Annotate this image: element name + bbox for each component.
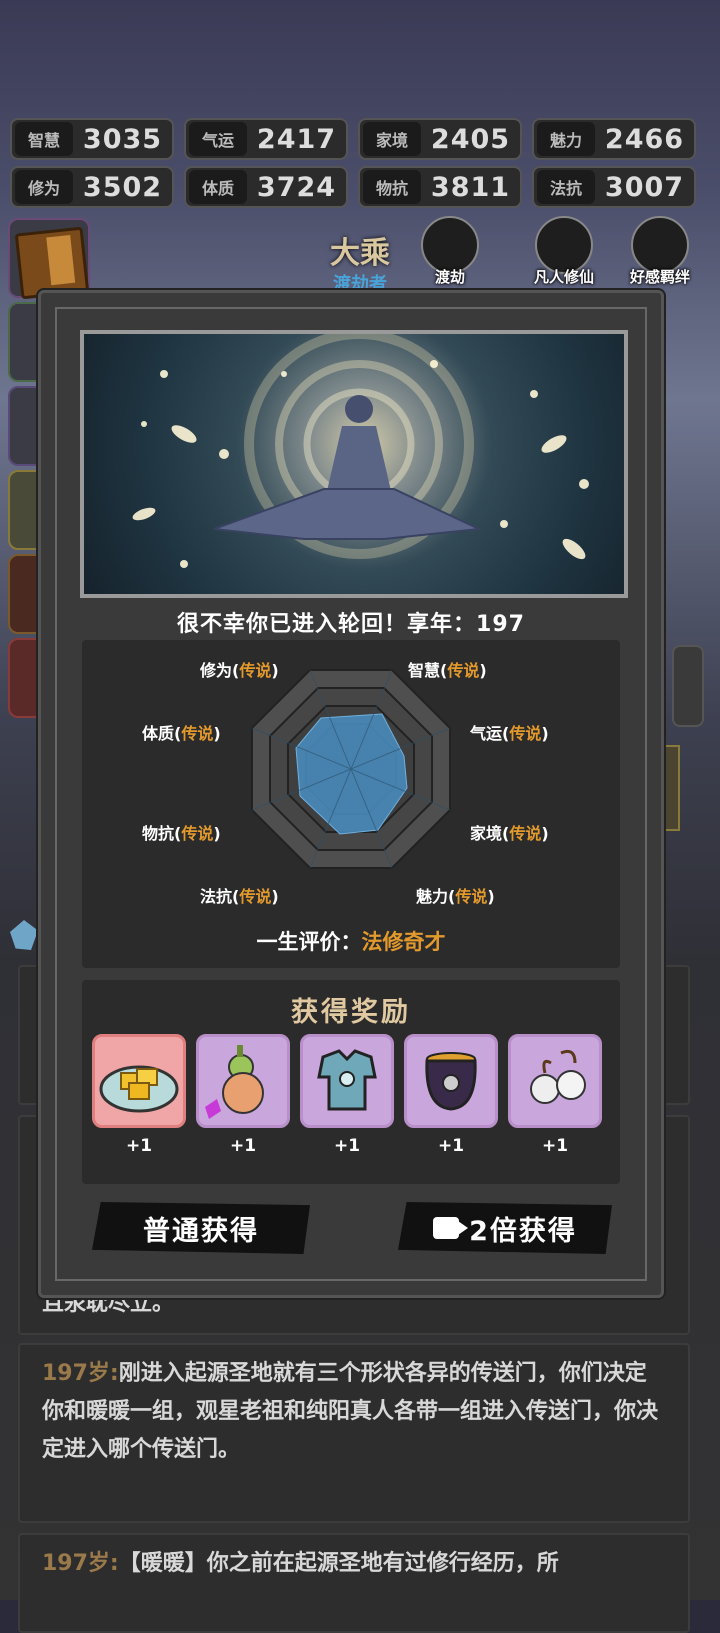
radar-label: 修为(传说) <box>200 661 279 680</box>
double-claim-label: 2倍获得 <box>469 1215 577 1247</box>
log-body: 【暖暖】你之前在起源圣地有过修行经历，所 <box>118 1551 559 1576</box>
reward-count: +1 <box>541 1136 569 1156</box>
log-text: 197岁:刚进入起源圣地就有三个形状各异的传送门，你们决定你和暖暖一组，观星老祖… <box>20 1345 688 1479</box>
radar-label-name: 修为 <box>200 661 233 680</box>
stat-box: 气运 2417 <box>184 118 348 160</box>
cauldron-icon <box>425 1052 477 1111</box>
gold-ingot-icon <box>99 1065 179 1113</box>
radar-label-quality: 传说 <box>181 824 214 843</box>
radar-label: 智慧(传说) <box>408 661 487 680</box>
reward-item-earrings[interactable] <box>508 1034 602 1128</box>
stat-value: 2405 <box>430 123 511 155</box>
radar-label-name: 智慧 <box>408 661 441 680</box>
radar-label-name: 法抗 <box>200 887 233 906</box>
tribulation-label: 渡劫 <box>434 268 465 286</box>
normal-claim-button[interactable]: 普通获得 <box>92 1202 310 1254</box>
radar-label-quality: 传说 <box>239 661 272 680</box>
evaluation-value: 法修奇才 <box>361 930 446 954</box>
double-claim-button[interactable]: 2倍获得 <box>398 1202 612 1254</box>
radar-label-name: 家境 <box>470 824 503 843</box>
radar-label: 家境(传说) <box>470 824 549 843</box>
stat-name: 魅力 <box>537 122 595 156</box>
stat-value: 3035 <box>82 123 163 155</box>
reward-item-gourd[interactable] <box>196 1034 290 1128</box>
radar-label: 魅力(传说) <box>416 887 495 906</box>
meditation-illustration <box>80 330 628 598</box>
stat-name: 体质 <box>189 170 247 204</box>
stat-name: 家境 <box>363 122 421 156</box>
gourd-icon <box>205 1045 264 1119</box>
stat-name: 物抗 <box>363 170 421 204</box>
reward-count: +1 <box>333 1136 361 1156</box>
radar-label-quality: 传说 <box>509 724 542 743</box>
stat-value: 3811 <box>430 171 511 203</box>
stat-box: 体质 3724 <box>184 166 348 208</box>
radar-label-name: 物抗 <box>142 824 175 843</box>
log-age: 197岁: <box>42 1361 119 1386</box>
reward-count: +1 <box>125 1136 153 1156</box>
stat-box: 修为 3502 <box>10 166 174 208</box>
reward-count: +1 <box>229 1136 257 1156</box>
armor-icon <box>317 1049 377 1111</box>
radar-label-quality: 传说 <box>181 724 214 743</box>
radar-label-name: 魅力 <box>416 887 449 906</box>
mortal-cultivation-label: 凡人修仙 <box>533 268 594 286</box>
reward-item-armor[interactable] <box>300 1034 394 1128</box>
stat-box: 魅力 2466 <box>532 118 696 160</box>
radar-label-name: 体质 <box>142 724 175 743</box>
radar-label: 气运(传说) <box>470 724 549 743</box>
radar-label-quality: 传说 <box>239 887 272 906</box>
stat-name: 气运 <box>189 122 247 156</box>
stat-value: 3502 <box>82 171 163 203</box>
stat-name: 智慧 <box>15 122 73 156</box>
mortal-cultivation-button[interactable]: 凡人修仙 <box>528 216 600 290</box>
log-text: 197岁:【暖暖】你之前在起源圣地有过修行经历，所 <box>20 1535 688 1593</box>
reward-item-gold[interactable] <box>92 1034 186 1128</box>
reward-item-cauldron[interactable] <box>404 1034 498 1128</box>
side-menu-button[interactable] <box>664 745 680 831</box>
stat-box: 家境 2405 <box>358 118 522 160</box>
realm-name: 大乘 <box>330 236 390 271</box>
death-message: 很不幸你已进入轮回！享年：197 <box>177 612 525 637</box>
video-icon <box>433 1217 469 1239</box>
log-entry: 197岁:刚进入起源圣地就有三个形状各异的传送门，你们决定你和暖暖一组，观星老祖… <box>18 1343 690 1523</box>
realm-header: 大乘 渡劫者 <box>290 228 430 296</box>
normal-claim-label: 普通获得 <box>143 1215 259 1247</box>
reward-title: 获得奖励 <box>291 997 411 1028</box>
stat-value: 2417 <box>256 123 337 155</box>
stat-value: 3007 <box>604 171 685 203</box>
stat-box: 物抗 3811 <box>358 166 522 208</box>
companion-label: 好感羁绊 <box>629 268 690 286</box>
radar-label: 物抗(传说) <box>142 824 221 843</box>
life-evaluation: 一生评价：法修奇才 <box>82 926 620 956</box>
radar-chart <box>251 669 451 869</box>
book-icon <box>14 226 90 300</box>
reward-panel: 获得奖励 +1 +1 +1 +1 +1 <box>82 980 620 1184</box>
stat-value: 3724 <box>256 171 337 203</box>
radar-label-quality: 传说 <box>447 661 480 680</box>
stat-name: 法抗 <box>537 170 595 204</box>
reward-count: +1 <box>437 1136 465 1156</box>
log-entry: 197岁:【暖暖】你之前在起源圣地有过修行经历，所 <box>18 1533 690 1633</box>
side-menu-button[interactable] <box>672 645 704 727</box>
radar-label-quality: 传说 <box>509 824 542 843</box>
stat-value: 2466 <box>604 123 685 155</box>
radar-label-quality: 传说 <box>455 887 488 906</box>
attribute-radar: 修为(传说) 智慧(传说) 气运(传说) 家境(传说) 魅力(传说) 法抗(传说… <box>82 640 620 968</box>
log-body: 刚进入起源圣地就有三个形状各异的传送门，你们决定你和暖暖一组，观星老祖和纯阳真人… <box>42 1361 659 1462</box>
radar-label: 体质(传说) <box>142 724 221 743</box>
stat-box: 法抗 3007 <box>532 166 696 208</box>
evaluation-label: 一生评价： <box>256 930 362 954</box>
meditating-figure-image <box>132 334 589 568</box>
tribulation-button[interactable]: 渡劫 <box>414 216 486 290</box>
radar-label-name: 气运 <box>470 724 503 743</box>
stat-name: 修为 <box>15 170 73 204</box>
earrings-icon <box>530 1049 586 1104</box>
log-age: 197岁: <box>42 1551 119 1576</box>
companion-button[interactable]: 好感羁绊 <box>624 216 696 290</box>
radar-label: 法抗(传说) <box>200 887 279 906</box>
stat-box: 智慧 3035 <box>10 118 174 160</box>
